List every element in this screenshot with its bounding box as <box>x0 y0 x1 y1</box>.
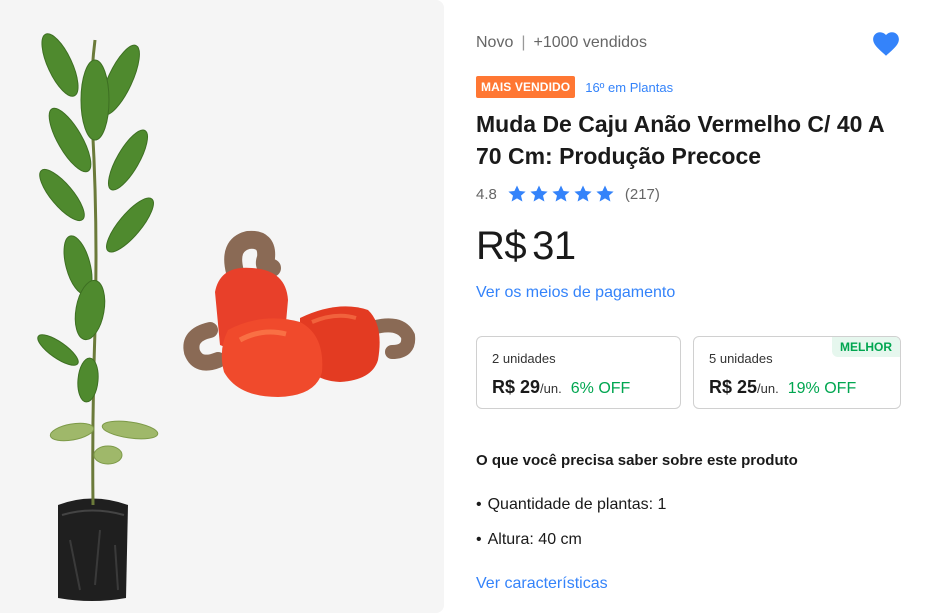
product-meta: Novo | +1000 vendidos <box>476 34 647 52</box>
offer-units: 2 unidades <box>492 351 556 366</box>
product-image[interactable] <box>0 0 444 613</box>
product-photo <box>37 33 416 601</box>
price-currency: R$ <box>476 224 527 268</box>
rating-value: 4.8 <box>476 185 497 203</box>
bullet-icon: • <box>476 531 482 548</box>
star-icon <box>596 185 614 202</box>
star-icon <box>574 185 592 202</box>
offer-discount: 6% OFF <box>570 380 631 397</box>
price-value: 31 <box>532 224 576 268</box>
best-offer-tag: MELHOR <box>832 337 900 357</box>
characteristics-link[interactable]: Ver características <box>476 575 608 593</box>
price: R$ 31 <box>476 224 576 269</box>
heart-icon <box>873 31 899 56</box>
star-icon <box>530 185 548 202</box>
favorite-button[interactable] <box>870 28 902 58</box>
star-icon <box>508 185 526 202</box>
feature-item: • Altura: 40 cm <box>476 531 666 566</box>
offer-pricing: R$ 25/un. 19% OFF <box>709 377 856 398</box>
offer-price: R$ 29 <box>492 377 541 397</box>
sold-count: +1000 vendidos <box>533 34 647 51</box>
quantity-offer-5[interactable]: MELHOR 5 unidades R$ 25/un. 19% OFF <box>693 336 901 409</box>
rating-row[interactable]: 4.8 (217) <box>476 184 660 204</box>
quantity-offer-2[interactable]: 2 unidades R$ 29/un. 6% OFF <box>476 336 681 409</box>
best-seller-badge: MAIS VENDIDO <box>476 76 576 98</box>
offer-pricing: R$ 29/un. 6% OFF <box>492 377 630 398</box>
product-info: Novo | +1000 vendidos MAIS VENDIDO 16º e… <box>476 0 906 613</box>
offer-discount: 19% OFF <box>787 380 857 397</box>
payment-methods-link[interactable]: Ver os meios de pagamento <box>476 284 675 302</box>
offer-units: 5 unidades <box>709 351 773 366</box>
rating-stars <box>507 184 615 204</box>
offer-price: R$ 25 <box>709 377 758 397</box>
meta-separator: | <box>521 34 526 51</box>
offer-per-unit: /un. <box>540 381 562 396</box>
highlights-title: O que você precisa saber sobre este prod… <box>476 452 798 469</box>
star-icon <box>552 185 570 202</box>
product-title: Muda De Caju Anão Vermelho C/ 40 A 70 Cm… <box>476 111 884 169</box>
feature-list: • Quantidade de plantas: 1 • Altura: 40 cm <box>476 496 666 566</box>
category-rank-link[interactable]: 16º em Plantas <box>585 80 673 95</box>
condition-label: Novo <box>476 34 514 51</box>
feature-item: • Quantidade de plantas: 1 <box>476 496 666 531</box>
bullet-icon: • <box>476 496 482 513</box>
badge-row: MAIS VENDIDO 16º em Plantas <box>476 76 673 98</box>
feature-text: Quantidade de plantas: 1 <box>487 496 667 513</box>
offer-per-unit: /un. <box>757 381 779 396</box>
review-count: (217) <box>624 185 660 203</box>
feature-text: Altura: 40 cm <box>487 531 582 548</box>
